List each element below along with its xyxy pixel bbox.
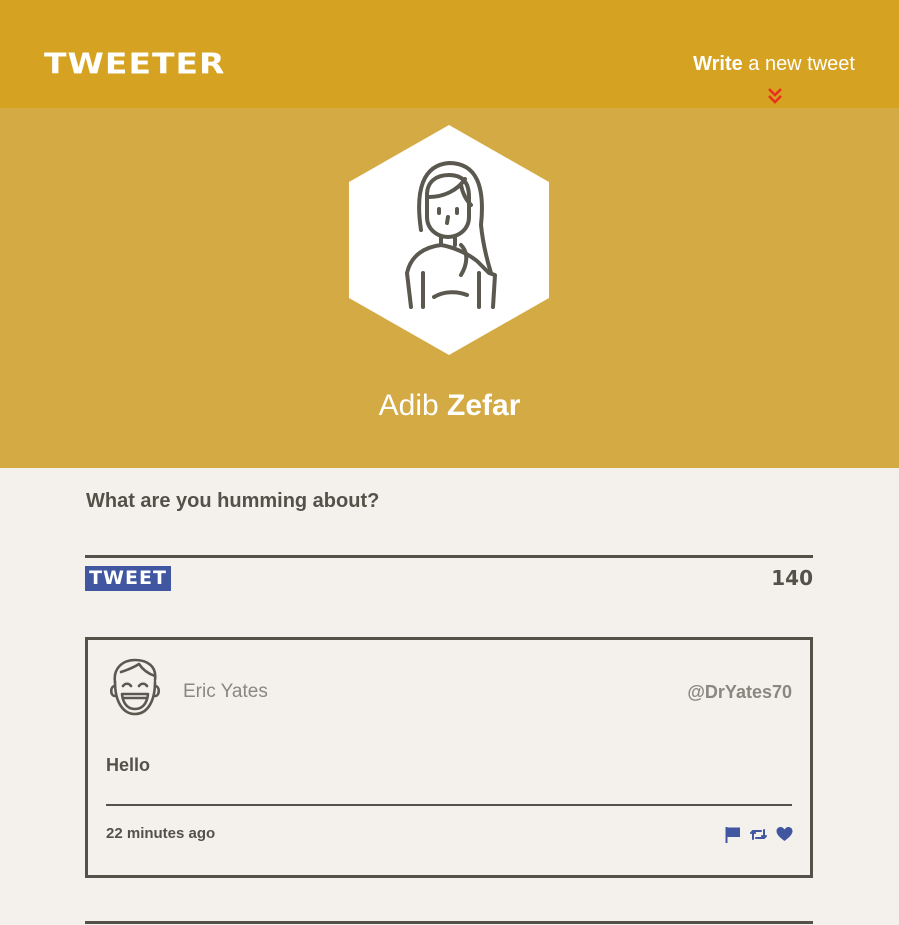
write-label: Write (693, 53, 743, 75)
compose-prompt[interactable]: What are you humming about? (86, 488, 379, 514)
profile-last-name: Zefar (447, 389, 521, 422)
new-tweet-label: a new tweet (742, 53, 855, 75)
retweet-icon[interactable] (750, 826, 767, 843)
heart-icon[interactable] (776, 826, 793, 843)
profile-avatar (349, 125, 549, 355)
top-nav: TWEETER Write a new tweet (0, 0, 899, 108)
profile-header: Adib Zefar (0, 108, 899, 468)
flag-icon[interactable] (724, 826, 741, 843)
double-chevron-down-icon[interactable] (767, 87, 783, 105)
tweet-divider (106, 804, 792, 806)
tweet-timestamp: 22 minutes ago (106, 825, 216, 842)
laughing-man-avatar-icon (109, 658, 161, 716)
tweet-author-name: Eric Yates (183, 681, 268, 702)
char-counter: 140 (771, 566, 813, 590)
write-tweet-toggle[interactable]: Write a new tweet (693, 52, 855, 76)
brand-logo[interactable]: TWEETER (44, 47, 225, 81)
tweet-actions (724, 824, 793, 844)
tweet-author-handle: @DrYates70 (687, 682, 792, 702)
tweet-text: Hello (106, 755, 151, 775)
profile-first-name: Adib (378, 389, 439, 422)
compose-input-underline[interactable] (85, 555, 813, 558)
tweet-button[interactable]: TWEET (85, 566, 171, 591)
tweet-card: Eric Yates @DrYates70 Hello 22 minutes a… (85, 637, 813, 878)
profile-name: Adib Zefar (0, 386, 899, 426)
next-tweet-border (85, 921, 813, 924)
